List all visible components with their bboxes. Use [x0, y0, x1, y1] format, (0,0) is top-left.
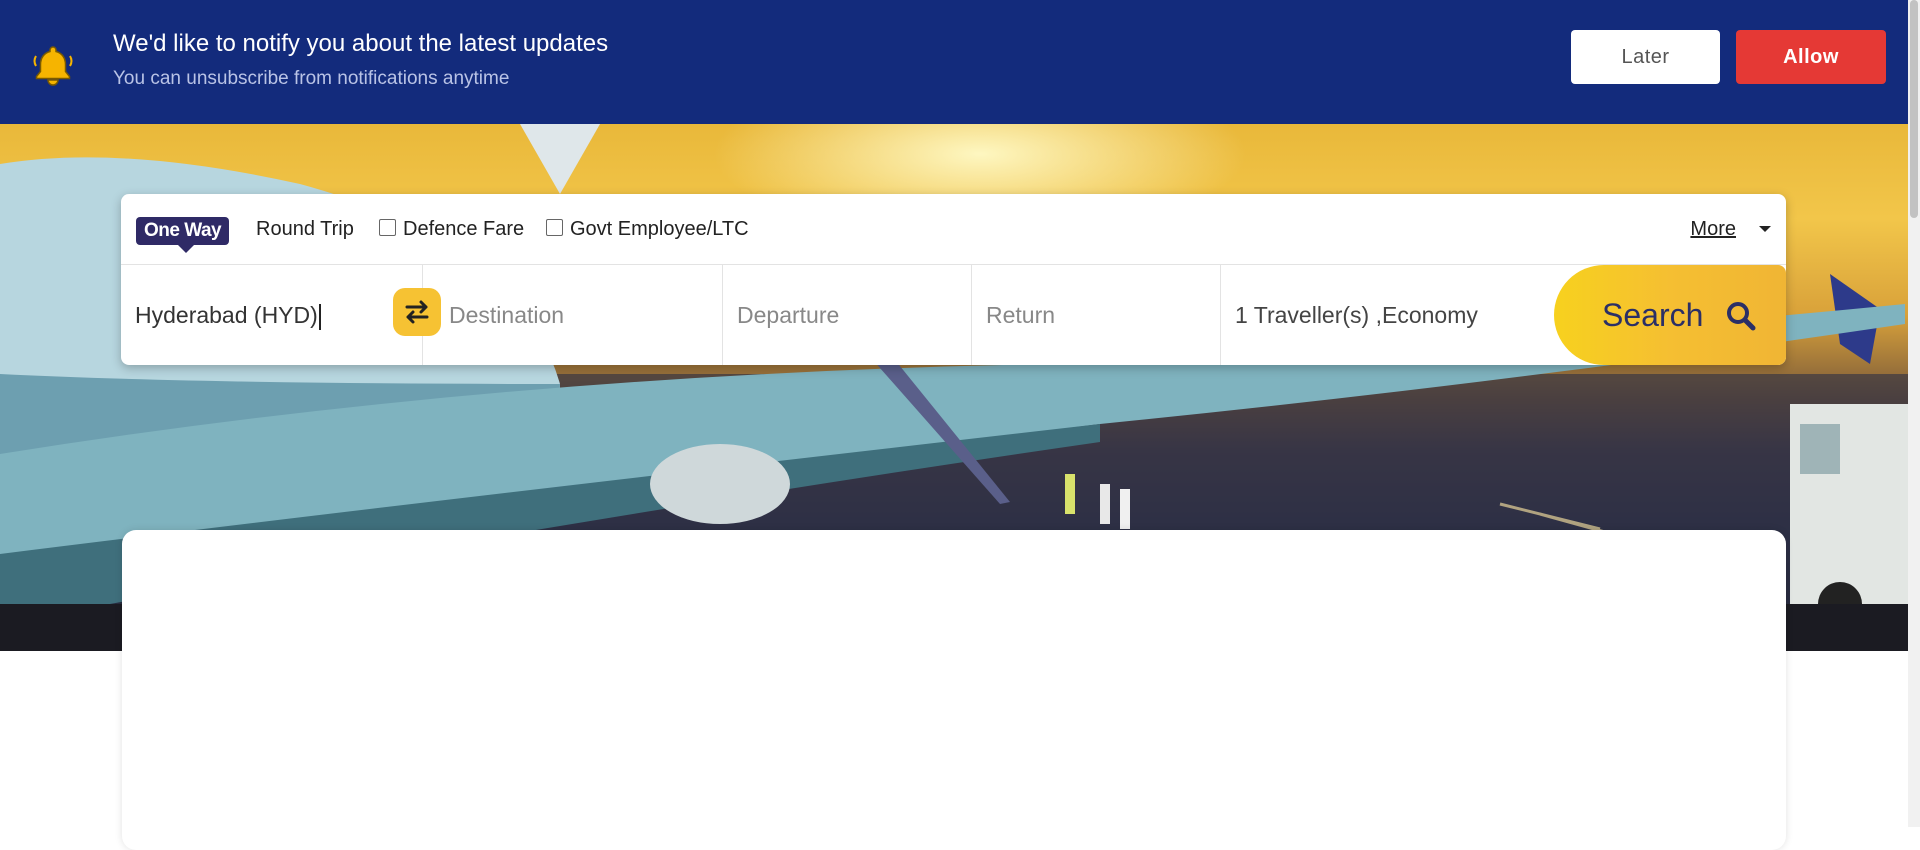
notification-subtitle: You can unsubscribe from notifications a… — [113, 68, 510, 89]
caret-down-icon — [1759, 226, 1771, 232]
search-button[interactable]: Search — [1554, 265, 1786, 365]
defence-fare-label[interactable]: Defence Fare — [403, 218, 524, 241]
departure-field[interactable]: Departure — [723, 265, 972, 365]
swap-cities-button[interactable] — [393, 288, 441, 336]
text-cursor — [318, 303, 321, 330]
content-card — [122, 530, 1786, 850]
search-fields-row: Hyderabad (HYD) Destination Departure Re… — [121, 265, 1786, 365]
destination-field[interactable]: Destination — [423, 265, 723, 365]
swap-arrows-icon — [405, 300, 429, 324]
travellers-class-field[interactable]: 1 Traveller(s) ,Economy — [1221, 265, 1554, 365]
search-button-label: Search — [1602, 297, 1704, 334]
govt-employee-checkbox[interactable] — [546, 219, 563, 236]
origin-field[interactable]: Hyderabad (HYD) — [121, 265, 423, 365]
trip-type-one-way[interactable]: One Way — [136, 217, 230, 253]
later-button[interactable]: Later — [1571, 30, 1720, 84]
notification-banner: We'd like to notify you about the latest… — [0, 0, 1908, 124]
page-scrollbar[interactable] — [1908, 0, 1920, 827]
magnifier-icon — [1727, 302, 1756, 331]
more-dropdown[interactable]: More — [1690, 218, 1736, 241]
trip-type-round-trip[interactable]: Round Trip — [256, 218, 354, 241]
trip-type-row: One Way Round Trip Defence Fare Govt Emp… — [121, 194, 1786, 265]
notification-title: We'd like to notify you about the latest… — [113, 30, 609, 57]
govt-employee-label[interactable]: Govt Employee/LTC — [570, 218, 749, 241]
defence-fare-checkbox[interactable] — [379, 219, 396, 236]
origin-value: Hyderabad (HYD) — [135, 302, 318, 328]
allow-button[interactable]: Allow — [1736, 30, 1886, 84]
flight-search-widget: One Way Round Trip Defence Fare Govt Emp… — [121, 194, 1786, 365]
return-field[interactable]: Return — [972, 265, 1221, 365]
bell-icon — [33, 46, 73, 86]
scrollbar-thumb[interactable] — [1910, 0, 1918, 218]
